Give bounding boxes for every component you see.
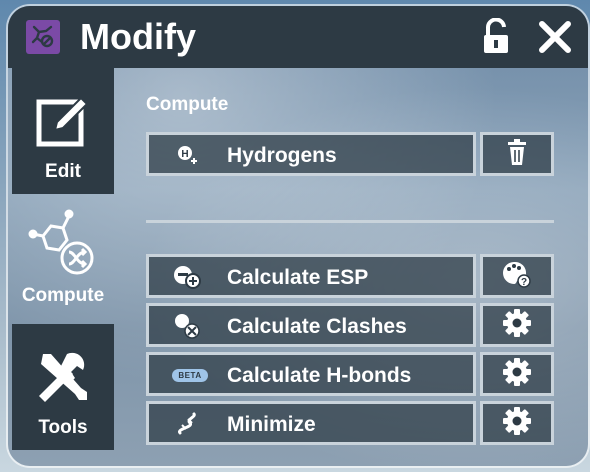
calculate-clashes-label: Calculate Clashes [227,315,407,338]
minimize-button[interactable]: Minimize [146,401,476,445]
hbonds-settings-button[interactable] [480,352,554,396]
title-bar: Modify [8,6,588,68]
trash-icon [505,138,529,171]
compute-icon [25,208,101,283]
calculate-esp-button[interactable]: Calculate ESP [146,254,476,298]
divider [146,220,554,223]
gear-icon [502,357,532,392]
gear-icon [502,308,532,343]
calculate-hbonds-label: Calculate H-bonds [227,364,412,387]
esp-icon [173,264,201,290]
esp-color-help-button[interactable]: ? [480,254,554,298]
gear-icon [502,406,532,441]
calculate-clashes-button[interactable]: Calculate Clashes [146,303,476,347]
palette-help-icon: ? [502,260,532,293]
hydrogens-row: H Hydrogens [146,132,554,176]
tab-tools[interactable]: Tools [12,324,114,450]
sidebar: Edit Compute Tools [8,68,114,466]
hydrogen-icon: H [173,142,201,168]
delete-hydrogens-button[interactable] [480,132,554,176]
minimize-settings-button[interactable] [480,401,554,445]
molecule-icon [26,20,60,54]
clashes-row: Calculate Clashes [146,303,554,347]
tab-compute-label: Compute [21,285,105,306]
tools-icon [33,348,93,409]
minimize-icon [173,411,201,437]
clashes-icon [173,313,201,339]
beta-badge: BETA [171,362,209,388]
hydrogens-label: Hydrogens [227,144,337,167]
section-title: Compute [146,94,229,115]
calculate-esp-label: Calculate ESP [227,266,369,289]
tab-compute[interactable]: Compute [12,200,114,318]
hbonds-row: BETA Calculate H-bonds [146,352,554,396]
minimize-row: Minimize [146,401,554,445]
window-title: Modify [80,16,196,57]
clashes-settings-button[interactable] [480,303,554,347]
esp-row: Calculate ESP ? [146,254,554,298]
tab-edit-label: Edit [45,161,81,182]
hydrogens-button[interactable]: H Hydrogens [146,132,476,176]
minimize-label: Minimize [227,413,316,436]
unlock-icon[interactable] [480,17,514,56]
tab-edit[interactable]: Edit [12,68,114,194]
calculate-hbonds-button[interactable]: BETA Calculate H-bonds [146,352,476,396]
close-icon[interactable] [536,18,574,56]
svg-text:?: ? [521,277,527,288]
tab-tools-label: Tools [38,417,88,438]
modify-panel: Modify Edit Compute Tools Compute H Hydr… [8,6,588,466]
svg-text:H: H [181,149,188,160]
edit-icon [35,94,91,153]
